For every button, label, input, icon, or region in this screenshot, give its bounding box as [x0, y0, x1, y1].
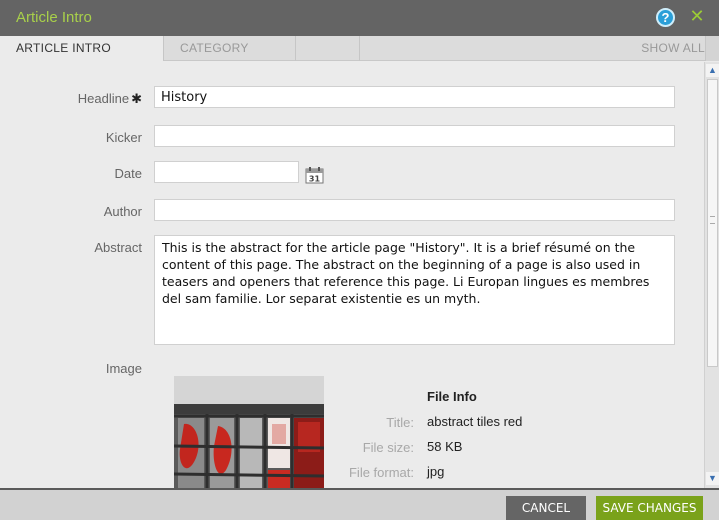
headline-label: Headline ✱: [0, 91, 142, 107]
date-label: Date: [114, 166, 142, 181]
vertical-scrollbar[interactable]: ▲ ▼: [704, 62, 719, 488]
article-intro-dialog: Article Intro ? ✕ ARTICLE INTRO CATEGORY…: [0, 0, 719, 520]
image-label: Image: [105, 361, 142, 376]
save-changes-button[interactable]: SAVE CHANGES: [596, 496, 703, 520]
file-format-value: jpg: [427, 464, 445, 479]
file-info-heading: File Info: [427, 389, 477, 404]
tab-empty[interactable]: [295, 36, 360, 61]
scrollbar-thumb[interactable]: [707, 79, 718, 367]
headline-field[interactable]: [154, 86, 675, 108]
help-icon[interactable]: ?: [656, 8, 675, 27]
headline-label-text: Headline: [77, 91, 130, 106]
kicker-field[interactable]: [154, 125, 675, 147]
calendar-icon-day: 31: [309, 175, 321, 184]
tab-category[interactable]: CATEGORY: [163, 36, 295, 61]
tab-bar-edge: [705, 36, 719, 61]
file-title-label: Title:: [386, 415, 414, 430]
dialog-title: Article Intro: [16, 9, 92, 26]
date-field[interactable]: [154, 161, 299, 183]
abstract-label: Abstract: [94, 240, 142, 255]
image-thumbnail-header: [174, 376, 324, 404]
tab-bar: ARTICLE INTRO CATEGORY SHOW ALL: [0, 36, 719, 62]
tab-article-intro[interactable]: ARTICLE INTRO: [0, 36, 163, 62]
file-size-value: 58 KB: [427, 439, 463, 454]
kicker-label: Kicker: [105, 130, 142, 145]
cancel-button[interactable]: CANCEL: [506, 496, 586, 520]
close-icon[interactable]: ✕: [689, 6, 705, 26]
scrollbar-grip-icon: [710, 216, 715, 224]
scroll-up-icon[interactable]: ▲: [706, 64, 719, 77]
abstract-textarea[interactable]: This is the abstract for the article pag…: [154, 235, 675, 345]
author-field[interactable]: [154, 199, 675, 221]
file-title-value: abstract tiles red: [427, 414, 523, 429]
dialog-footer: CANCEL SAVE CHANGES: [0, 488, 719, 520]
file-format-label: File format:: [348, 465, 414, 480]
scroll-down-icon[interactable]: ▼: [706, 472, 719, 485]
calendar-icon[interactable]: 31: [305, 166, 324, 184]
author-label: Author: [103, 204, 142, 219]
title-bar: Article Intro ? ✕: [0, 0, 719, 36]
form-content: Headline✱ Kicker Date 31 Author Abstract…: [0, 62, 704, 488]
required-mark: ✱: [131, 91, 142, 106]
file-size-label: File size:: [362, 440, 414, 455]
show-all-tab[interactable]: SHOW ALL: [560, 36, 705, 61]
